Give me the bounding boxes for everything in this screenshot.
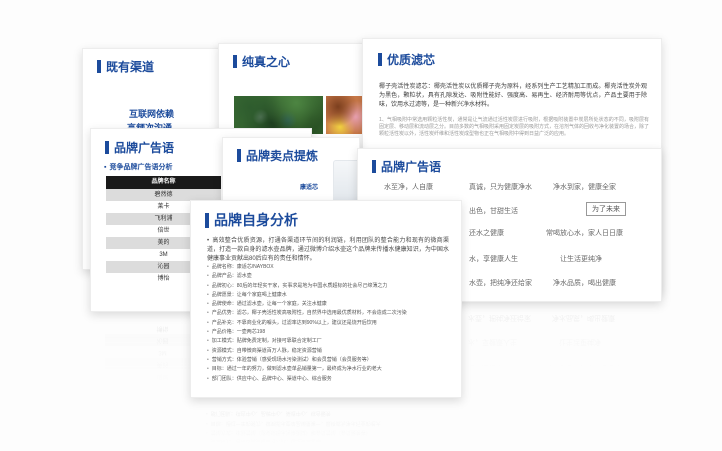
- self-analysis-summary: 高效整合优质资源，打通各渠道环节间的利润链，利用团队的整合能力和现有的微商渠道，…: [207, 237, 449, 264]
- slogan-item: 净水到家，健康全家: [553, 182, 616, 192]
- slogan-item: 水，享健康人生: [469, 254, 518, 264]
- slogan-item: 还水之健康: [468, 363, 503, 373]
- slogan-item: 常喝放心水，家人日日康: [545, 363, 622, 373]
- bullet-item: 产品价格：一壶两芯198: [207, 328, 447, 337]
- bullet-item: 营销方式：体验营销（感受现场水污染测试）和会员营销（会员服务等）: [206, 427, 446, 436]
- slogan-item: 常喝放心水，家人日日康: [546, 228, 623, 238]
- slogan-item: 让生活更纯净: [559, 337, 601, 347]
- bullet-item: 资源模式：自带微商渠道百万人脉，稳定资源营销: [207, 347, 447, 356]
- slogan-item: 让生活更纯净: [560, 254, 602, 264]
- reflection-bullets: 品牌名称：康适芯/NAYBOX 品牌产品：滤水壶 品牌初心：80后的年轻实干家，…: [190, 397, 460, 451]
- children-crafts-photo: [326, 96, 366, 134]
- bullet-item: 目标：通过一年的努力，做到滤水壶单品销量第一，最终成为净水行业的老大: [206, 417, 446, 426]
- slogan-item: 净水品质，喝出健康: [553, 278, 616, 288]
- slogan-item: 真诚，只为健康净水: [469, 182, 532, 192]
- bullet-item: 部门团队：供应中心、品牌中心、渠道中心、综合服务: [207, 375, 447, 384]
- bullet-item: 产品补充：不靠商业化的噱头，过滤率达到90%以上，建议还是烧开后饮用: [207, 319, 447, 328]
- heading-bar-icon: [105, 141, 109, 154]
- heading-bar-icon: [233, 55, 237, 68]
- bullet-item: 部门团队：供应中心、品牌中心、渠道中心、综合服务: [206, 408, 446, 417]
- slide-collage: 品牌名称 碧然德 莱卡 飞利浦 倍世 美的 3M 沁园 博怡 水至净，人自康 真…: [0, 0, 722, 451]
- bullet-item: 品牌愿景：让每个家庭喝上健康水: [207, 291, 447, 300]
- heading-bar-icon: [97, 60, 101, 73]
- bullet-item: 加工模式：贴牌免费定制，对接可靠联合定制工厂: [206, 445, 446, 451]
- bullet-item: 品牌使命：通过滤水壶，让每一个家庭，关注水健康: [207, 300, 447, 309]
- bullet-item: 资源模式：自带微商渠道百万人脉，稳定资源营销: [206, 436, 446, 445]
- slogan-item: 水至净，人自康: [384, 182, 433, 192]
- slide-brand-self-analysis[interactable]: 品牌自身分析 高效整合优质资源，打通各渠道环节间的利润链，利用团队的整合能力和现…: [190, 200, 462, 398]
- slide-title-quality-filter: 优质滤芯: [387, 51, 435, 68]
- bullet-item: 加工模式：贴牌免费定制，对接可靠联合定制工厂: [207, 337, 447, 346]
- reflection-bullets-copy: 品牌名称：康适芯/NAYBOX 品牌产品：滤水壶 品牌初心：80后的年轻实干家，…: [206, 403, 446, 451]
- product-brand-label: 康适芯: [300, 182, 318, 191]
- bullet-item: 目标：通过一年的努力，做到滤水壶单品销量第一，最终成为净水行业的老大: [207, 365, 447, 374]
- slide-title-selling-points: 品牌卖点提炼: [246, 147, 318, 164]
- heading-bar-icon: [237, 149, 241, 162]
- slogan-item: 净水品质，喝出健康: [552, 313, 615, 323]
- slogan-item: 出色，甘甜生活: [469, 206, 518, 216]
- slogan-item: 水壶，把纯净还给家: [469, 278, 532, 288]
- heading-bar-icon: [378, 53, 382, 66]
- bullet-item: 品牌名称：康适芯/NAYBOX: [207, 263, 447, 272]
- bullet-item: 品牌产品：滤水壶: [207, 272, 447, 281]
- slide-title-existing-channels: 既有渠道: [106, 58, 154, 75]
- slogan-item: 还水之健康: [469, 228, 504, 238]
- bullet-item: 营销方式：体验营销（感受现场水污染测试）和会员营销（会员服务等）: [207, 356, 447, 365]
- self-analysis-bullet-list: 品牌名称：康适芯/NAYBOX 品牌产品：滤水壶 品牌初心：80后的年轻实干家，…: [207, 263, 447, 389]
- slogan-item-highlighted: 为了未来: [586, 202, 626, 216]
- slide-title-self-analysis: 品牌自身分析: [214, 210, 298, 230]
- bullet-item: 品牌初心：80后的年轻实干家，实事求是地为中国水质超标的社会尽己绵薄之力: [207, 282, 447, 291]
- slide-title-slogan-analysis: 品牌广告语: [114, 139, 174, 156]
- table-header-brand-name: 品牌名称: [106, 176, 221, 189]
- heading-bar-icon: [205, 213, 209, 228]
- channel-item: 互联网依赖: [129, 107, 174, 120]
- slogan-analysis-subtitle: 竞争品牌广告语分析: [104, 162, 172, 172]
- bullet-item: 产品优势：滤芯，椰子壳活性炭高吸附性，自然界中选用最优质材料，不会造成二次污染: [207, 309, 447, 318]
- slogan-item: 水，享健康人生: [468, 337, 517, 347]
- filter-description: 椰子壳活性炭滤芯：椰壳活性炭以优质椰子壳为原料，经系列生产工艺精加工而成。椰壳活…: [379, 83, 647, 110]
- filter-footnote: 1、气相吸附中常选用颗粒活性炭，通常是让气流通过活性炭层进行吸附，根据吸附装置中…: [379, 117, 649, 138]
- slide-title-pure-heart: 纯真之心: [242, 53, 290, 70]
- slogan-item: 水壶，把纯净还给家: [468, 313, 531, 323]
